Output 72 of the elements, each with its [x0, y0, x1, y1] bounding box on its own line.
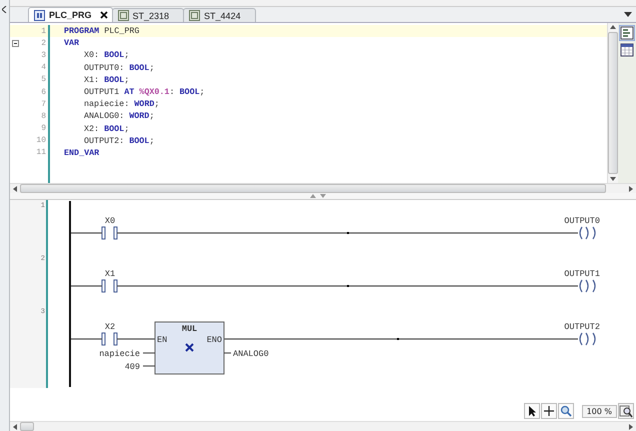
scroll-up-icon[interactable] [610, 25, 616, 29]
declarations-icon[interactable] [620, 26, 634, 40]
multiply-icon [185, 343, 194, 352]
code-line: X2: BOOL; [83, 124, 130, 134]
search-icon[interactable] [558, 403, 574, 419]
code-line: VAR [64, 38, 80, 48]
input-label: 409 [124, 362, 140, 372]
scroll-left-icon[interactable] [13, 424, 17, 430]
code-line: X0: BOOL; [83, 50, 130, 60]
line-number: 6 [40, 88, 47, 97]
move-icon[interactable] [540, 403, 557, 419]
object-icon [118, 10, 129, 21]
splitter-arrows-icon[interactable] [308, 193, 328, 199]
function-block[interactable] [154, 322, 224, 374]
code-line: X1: BOOL; [83, 74, 130, 85]
line-number: 1 [40, 26, 47, 36]
line-number: 3 [40, 50, 47, 60]
program-icon [34, 10, 45, 20]
editor-tab[interactable]: ST_4424 [183, 8, 256, 22]
close-icon[interactable] [100, 11, 108, 19]
object-icon [189, 10, 200, 21]
code-line: OUTPUT2: BOOL; [83, 136, 154, 146]
line-number: 10 [35, 136, 47, 146]
code-line: OUTPUT1 AT %QX0.1: BOOL; [83, 87, 205, 98]
input-label: napiecie [99, 349, 140, 359]
vertical-scrollbar[interactable] [607, 23, 618, 183]
horizontal-scrollbar[interactable] [10, 183, 636, 193]
scroll-right-icon[interactable] [629, 186, 633, 192]
dropdown-icon[interactable] [624, 12, 632, 17]
collapse-icon[interactable] [2, 6, 7, 13]
code-line: PROGRAM PLC_PRG [64, 26, 140, 36]
input-wire [142, 352, 156, 354]
contact-drawing [102, 280, 118, 292]
code-line: ANALOG0: WORD; [83, 111, 154, 122]
line-number: 8 [40, 112, 47, 121]
scroll-left-icon[interactable] [13, 186, 17, 192]
coil-drawing [579, 332, 596, 346]
line-number: 9 [40, 124, 47, 134]
line-number: 11 [35, 148, 47, 158]
zoom-field[interactable]: 100 % [582, 404, 617, 418]
contact-label: X0 [104, 216, 116, 226]
coil-label: OUTPUT0 [564, 216, 600, 226]
line-number: 7 [40, 100, 47, 109]
coil-label: OUTPUT2 [564, 322, 600, 332]
scroll-thumb[interactable] [20, 422, 34, 431]
collapse-icon[interactable] [12, 40, 18, 47]
block-title: MUL [182, 324, 198, 334]
contact-label: X1 [104, 269, 116, 279]
line-number: 5 [40, 75, 47, 84]
contact-drawing [102, 332, 118, 346]
coil-drawing [579, 226, 596, 240]
output-label: ANALOG0 [233, 349, 269, 359]
pointer-icon[interactable] [524, 403, 540, 419]
contact-drawing [102, 226, 118, 240]
code-line: OUTPUT0: BOOL; [83, 62, 154, 73]
scroll-right-icon[interactable] [629, 424, 633, 430]
horizontal-scrollbar[interactable] [10, 421, 636, 431]
editor-tab[interactable]: ST_2318 [112, 8, 184, 22]
editor-tab[interactable]: PLC_PRG [28, 7, 113, 22]
contact-label: X2 [104, 322, 116, 332]
coil-label: OUTPUT1 [564, 269, 600, 279]
pin-label: ENO [206, 335, 222, 345]
code-line: END_VAR [64, 148, 100, 158]
line-number: 4 [40, 63, 47, 72]
coil-drawing [579, 279, 596, 293]
line-number: 2 [40, 38, 47, 48]
zoom-icon[interactable] [618, 403, 634, 419]
code-line: napiecie: WORD; [83, 99, 160, 110]
output-wire [224, 352, 232, 354]
pin-label: EN [157, 335, 168, 345]
scroll-down-icon[interactable] [610, 177, 616, 181]
table-icon[interactable] [620, 43, 634, 57]
